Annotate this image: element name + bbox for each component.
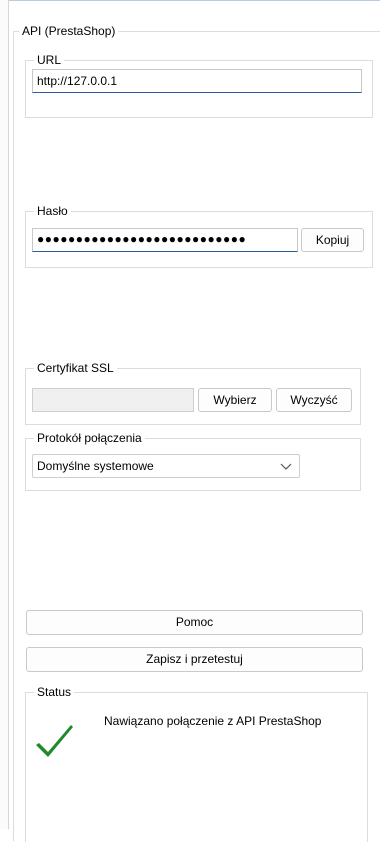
help-button[interactable]: Pomoc: [26, 610, 363, 635]
window-left-edge: [0, 0, 9, 829]
api-group-title: API (PrestaShop): [19, 24, 119, 38]
url-group-title: URL: [34, 53, 65, 67]
password-field[interactable]: ●●●●●●●●●●●●●●●●●●●●●●●●●●●: [32, 228, 298, 252]
chevron-down-icon: [280, 463, 292, 470]
protocol-group-title: Protokół połączenia: [34, 431, 145, 445]
choose-certificate-button[interactable]: Wybierz: [198, 388, 272, 412]
url-input[interactable]: http://127.0.0.1: [32, 69, 362, 93]
clear-certificate-button[interactable]: Wyczyść: [276, 388, 352, 412]
status-group-title: Status: [34, 685, 75, 699]
ssl-group-title: Certyfikat SSL: [34, 361, 117, 375]
password-group-title: Hasło: [34, 204, 71, 218]
protocol-select[interactable]: Domyślne systemowe: [32, 454, 300, 478]
checkmark-icon: [36, 725, 73, 757]
copy-button[interactable]: Kopiuj: [301, 228, 364, 252]
status-message: Nawiązano połączenie z API PrestaShop: [104, 714, 322, 728]
ssl-path-field: [32, 388, 194, 412]
save-and-test-button[interactable]: Zapisz i przetestuj: [26, 647, 363, 672]
window-top-edge: [9, 0, 380, 8]
protocol-select-value: Domyślne systemowe: [37, 459, 154, 473]
